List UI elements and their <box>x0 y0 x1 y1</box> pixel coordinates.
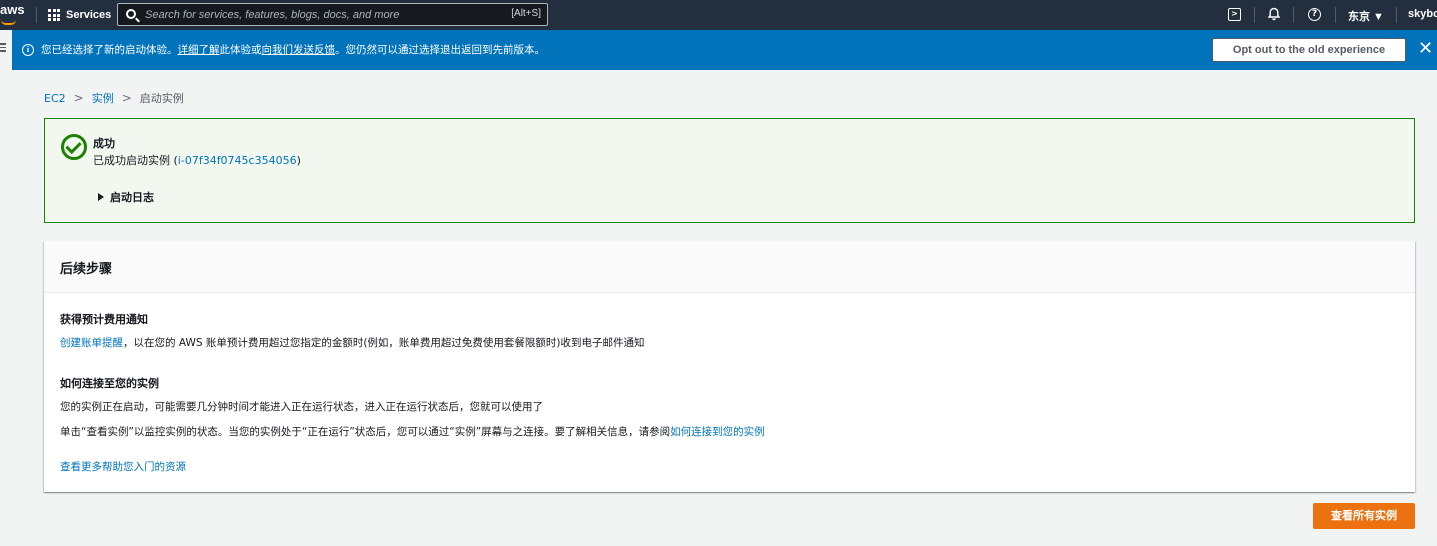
connect-paragraph-2: 单击“查看实例”以监控实例的状态。当您的实例处于“正在运行”状态后，您可以通过“… <box>60 424 765 439</box>
instance-id-link[interactable]: i-07f34f0745c354056 <box>178 154 297 167</box>
billing-paragraph: 创建账单提醒，以在您的 AWS 账单预计费用超过您指定的金额时(例如，账单费用超… <box>60 335 645 350</box>
panel-title: 后续步骤 <box>60 262 113 277</box>
flash-text-before: 您已经选择了新的启动体验。 <box>41 44 178 56</box>
side-nav-toggle-icon[interactable] <box>0 43 6 54</box>
breadcrumb-instances[interactable]: 实例 <box>92 90 114 106</box>
nav-divider <box>1335 7 1336 23</box>
cloudshell-icon[interactable]: > <box>1228 8 1241 21</box>
breadcrumb: EC2 > 实例 > 启动实例 <box>44 90 184 106</box>
search-box[interactable]: [Alt+S] <box>117 3 548 26</box>
search-shortcut-hint: [Alt+S] <box>511 8 541 19</box>
nav-divider <box>1396 7 1397 23</box>
flash-text-mid: 此体验或 <box>219 44 262 56</box>
services-label: Services <box>66 9 112 21</box>
info-icon: i <box>22 44 34 56</box>
success-alert: 成功 已成功启动实例 (i-07f34f0745c354056) 启动日志 <box>44 118 1415 223</box>
region-selector[interactable]: 东京 ▼ <box>1348 8 1384 24</box>
view-all-instances-button[interactable]: 查看所有实例 <box>1313 503 1415 529</box>
new-experience-flashbar: i 您已经选择了新的启动体验。详细了解此体验或向我们发送反馈。您仍然可以通过选择… <box>12 30 1437 70</box>
success-message: 已成功启动实例 (i-07f34f0745c354056) <box>93 152 301 168</box>
check-circle-icon <box>61 134 87 160</box>
logo-text: aws <box>0 2 25 17</box>
panel-header: 后续步骤 <box>44 241 1415 293</box>
flash-text-after: 。您仍然可以通过选择退出返回到先前版本。 <box>335 44 545 56</box>
success-message-prefix: 已成功启动实例 ( <box>93 154 178 167</box>
search-input[interactable] <box>145 6 495 23</box>
connect-text-2: 单击“查看实例”以监控实例的状态。当您的实例处于“正在运行”状态后，您可以通过“… <box>60 426 671 438</box>
connect-text-1: 您的实例正在启动，可能需要几分钟时间才能进入正在运行状态，进入正在运行状态后，您… <box>60 401 543 413</box>
more-resources-link[interactable]: 查看更多帮助您入门的资源 <box>60 459 186 474</box>
chevron-right-icon: > <box>73 91 84 105</box>
breadcrumb-launch-instance: 启动实例 <box>139 92 184 105</box>
nav-divider <box>1293 7 1294 23</box>
next-steps-panel: 后续步骤 获得预计费用通知 创建账单提醒，以在您的 AWS 账单预计费用超过您指… <box>44 241 1415 492</box>
breadcrumb-ec2[interactable]: EC2 <box>44 92 66 105</box>
create-billing-alert-link[interactable]: 创建账单提醒 <box>60 337 123 349</box>
how-to-connect-link[interactable]: 如何连接到您的实例 <box>670 426 765 438</box>
connect-heading: 如何连接至您的实例 <box>60 377 159 390</box>
nav-divider <box>36 7 37 23</box>
launch-log-label: 启动日志 <box>110 191 154 204</box>
aws-logo[interactable]: aws <box>0 2 25 25</box>
chevron-right-icon: > <box>121 91 132 105</box>
top-nav: aws Services [Alt+S] > ? 东京 ▼ skyboy <box>0 0 1437 30</box>
logo-smile-icon <box>1 20 16 25</box>
search-icon <box>126 9 136 19</box>
launch-log-expander[interactable]: 启动日志 <box>98 189 154 205</box>
learn-more-link[interactable]: 详细了解 <box>178 44 220 56</box>
nav-divider <box>1254 7 1255 23</box>
services-menu-button[interactable]: Services <box>48 7 111 23</box>
notifications-bell-icon[interactable] <box>1266 7 1282 23</box>
send-feedback-link[interactable]: 向我们发送反馈 <box>262 44 336 56</box>
flash-message: 您已经选择了新的启动体验。详细了解此体验或向我们发送反馈。您仍然可以通过选择退出… <box>41 42 545 57</box>
help-icon[interactable]: ? <box>1308 8 1321 21</box>
close-icon[interactable]: ✕ <box>1418 39 1433 59</box>
success-title: 成功 <box>93 137 115 150</box>
caret-right-icon <box>98 193 104 201</box>
opt-out-button[interactable]: Opt out to the old experience <box>1212 38 1406 62</box>
success-message-suffix: ) <box>296 154 301 167</box>
account-menu[interactable]: skyboy <box>1408 8 1437 20</box>
billing-heading: 获得预计费用通知 <box>60 313 148 326</box>
billing-text: ，以在您的 AWS 账单预计费用超过您指定的金额时(例如，账单费用超过免费使用套… <box>123 337 645 349</box>
grid-icon <box>48 9 60 21</box>
